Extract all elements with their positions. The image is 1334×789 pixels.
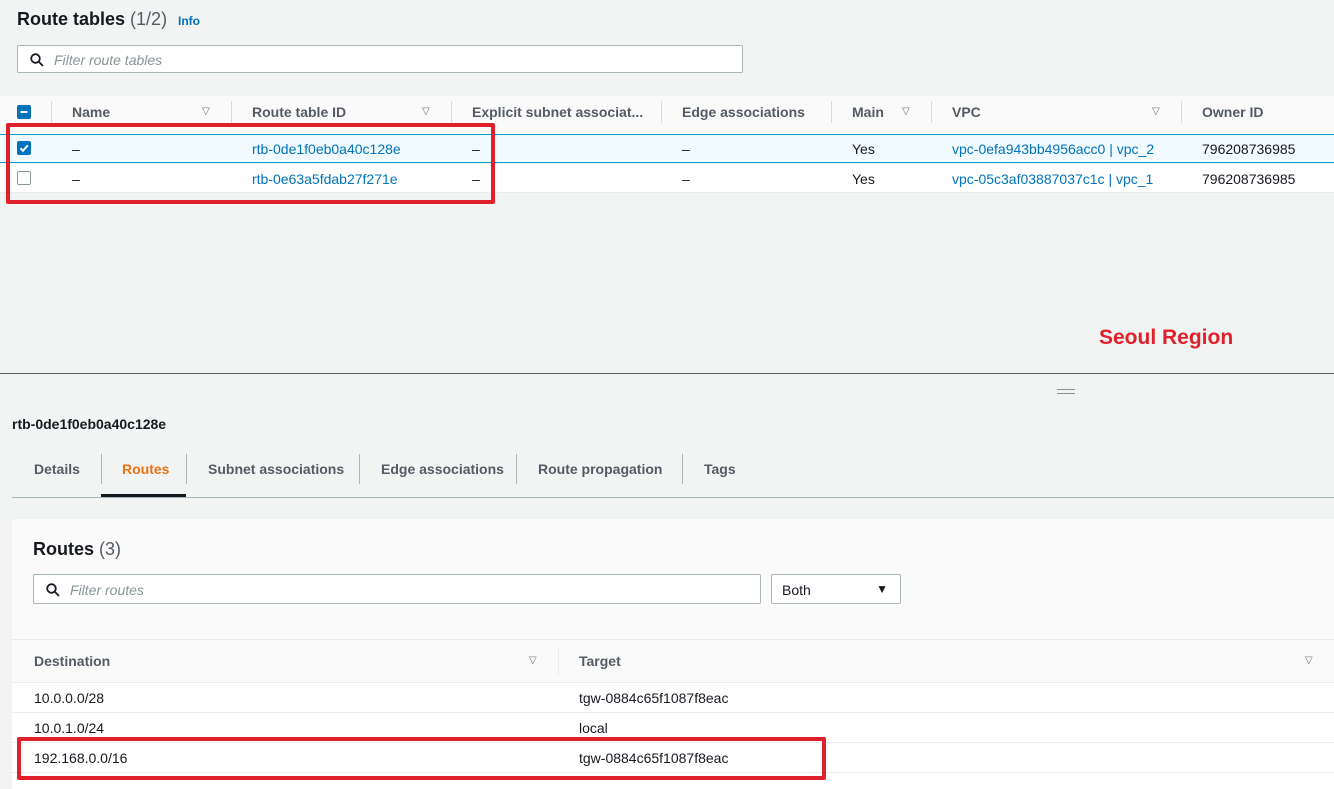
cell-main: Yes <box>852 171 875 187</box>
tab-details[interactable]: Details <box>34 461 80 477</box>
col-header-destination[interactable]: Destination <box>34 653 110 669</box>
search-icon <box>30 53 44 67</box>
col-header-main[interactable]: Main <box>852 104 884 120</box>
route-tables-title: Route tables (1/2) <box>17 9 167 30</box>
column-separator <box>558 647 559 675</box>
route-tables-count: (1/2) <box>130 9 168 29</box>
highlight-box-route-tables <box>6 123 495 204</box>
routes-title: Routes (3) <box>33 539 121 560</box>
column-separator <box>831 101 832 123</box>
sort-icon[interactable]: ▽ <box>422 106 430 117</box>
tab-subnet-associations[interactable]: Subnet associations <box>208 461 344 477</box>
select-all-checkbox[interactable] <box>17 105 31 119</box>
tab-edge-associations[interactable]: Edge associations <box>381 461 504 477</box>
tabs-baseline <box>12 497 1334 498</box>
column-separator <box>231 101 232 123</box>
column-separator <box>1181 101 1182 123</box>
tab-tags[interactable]: Tags <box>704 461 736 477</box>
detail-title: rtb-0de1f0eb0a40c128e <box>12 416 167 432</box>
cell-vpc-link[interactable]: vpc-0efa943bb4956acc0 | vpc_2 <box>952 141 1154 157</box>
column-separator <box>931 101 932 123</box>
info-link[interactable]: Info <box>178 14 200 28</box>
route-tables-search-input[interactable] <box>52 51 736 69</box>
sort-icon[interactable]: ▽ <box>529 655 537 666</box>
tab-routes[interactable]: Routes <box>122 461 169 477</box>
minus-icon <box>20 111 28 113</box>
tab-route-propagation[interactable]: Route propagation <box>538 461 662 477</box>
route-tables-title-text: Route tables <box>17 9 126 29</box>
tab-separator <box>682 454 683 484</box>
tab-separator <box>186 454 187 484</box>
caret-down-icon: ▼ <box>876 582 888 596</box>
cell-owner-id: 796208736985 <box>1202 141 1296 157</box>
cell-owner-id: 796208736985 <box>1202 171 1296 187</box>
cell-main: Yes <box>852 141 875 157</box>
cell-target: tgw-0884c65f1087f8eac <box>579 690 729 706</box>
split-panel-divider <box>0 373 1334 374</box>
routes-filter-value: Both <box>782 582 811 598</box>
highlight-box-route <box>17 737 826 780</box>
col-header-name[interactable]: Name <box>72 104 110 120</box>
cell-destination: 10.0.1.0/24 <box>34 720 105 736</box>
col-header-owner-id[interactable]: Owner ID <box>1202 104 1263 120</box>
tab-separator <box>516 454 517 484</box>
search-icon <box>46 583 60 597</box>
sort-icon[interactable]: ▽ <box>1152 106 1160 117</box>
sort-icon[interactable]: ▽ <box>1305 655 1313 666</box>
cell-target: local <box>579 720 608 736</box>
sort-icon[interactable]: ▽ <box>202 106 210 117</box>
cell-vpc-link[interactable]: vpc-05c3af03887037c1c | vpc_1 <box>952 171 1153 187</box>
tab-separator <box>101 454 102 484</box>
column-separator <box>451 101 452 123</box>
cell-edge: – <box>682 141 690 157</box>
routes-table-header <box>12 639 1334 683</box>
route-tables-search[interactable] <box>17 45 743 73</box>
routes-search[interactable] <box>33 574 761 604</box>
col-header-edge-associations[interactable]: Edge associations <box>682 104 805 120</box>
resize-handle-icon[interactable] <box>1057 389 1075 394</box>
region-annotation: Seoul Region <box>1099 326 1234 349</box>
cell-edge: – <box>682 171 690 187</box>
col-header-route-table-id[interactable]: Route table ID <box>252 104 346 120</box>
column-separator <box>661 101 662 123</box>
col-header-vpc[interactable]: VPC <box>952 104 981 120</box>
routes-search-input[interactable] <box>68 581 752 599</box>
active-tab-indicator <box>101 494 186 497</box>
routes-filter-select[interactable]: Both ▼ <box>771 574 901 604</box>
col-header-target[interactable]: Target <box>579 653 621 669</box>
tab-separator <box>359 454 360 484</box>
routes-title-text: Routes <box>33 539 95 559</box>
routes-count: (3) <box>99 539 122 559</box>
col-header-explicit-subnet[interactable]: Explicit subnet associat... <box>472 104 643 120</box>
sort-icon[interactable]: ▽ <box>902 106 910 117</box>
column-separator <box>51 101 52 123</box>
cell-destination: 10.0.0.0/28 <box>34 690 105 706</box>
